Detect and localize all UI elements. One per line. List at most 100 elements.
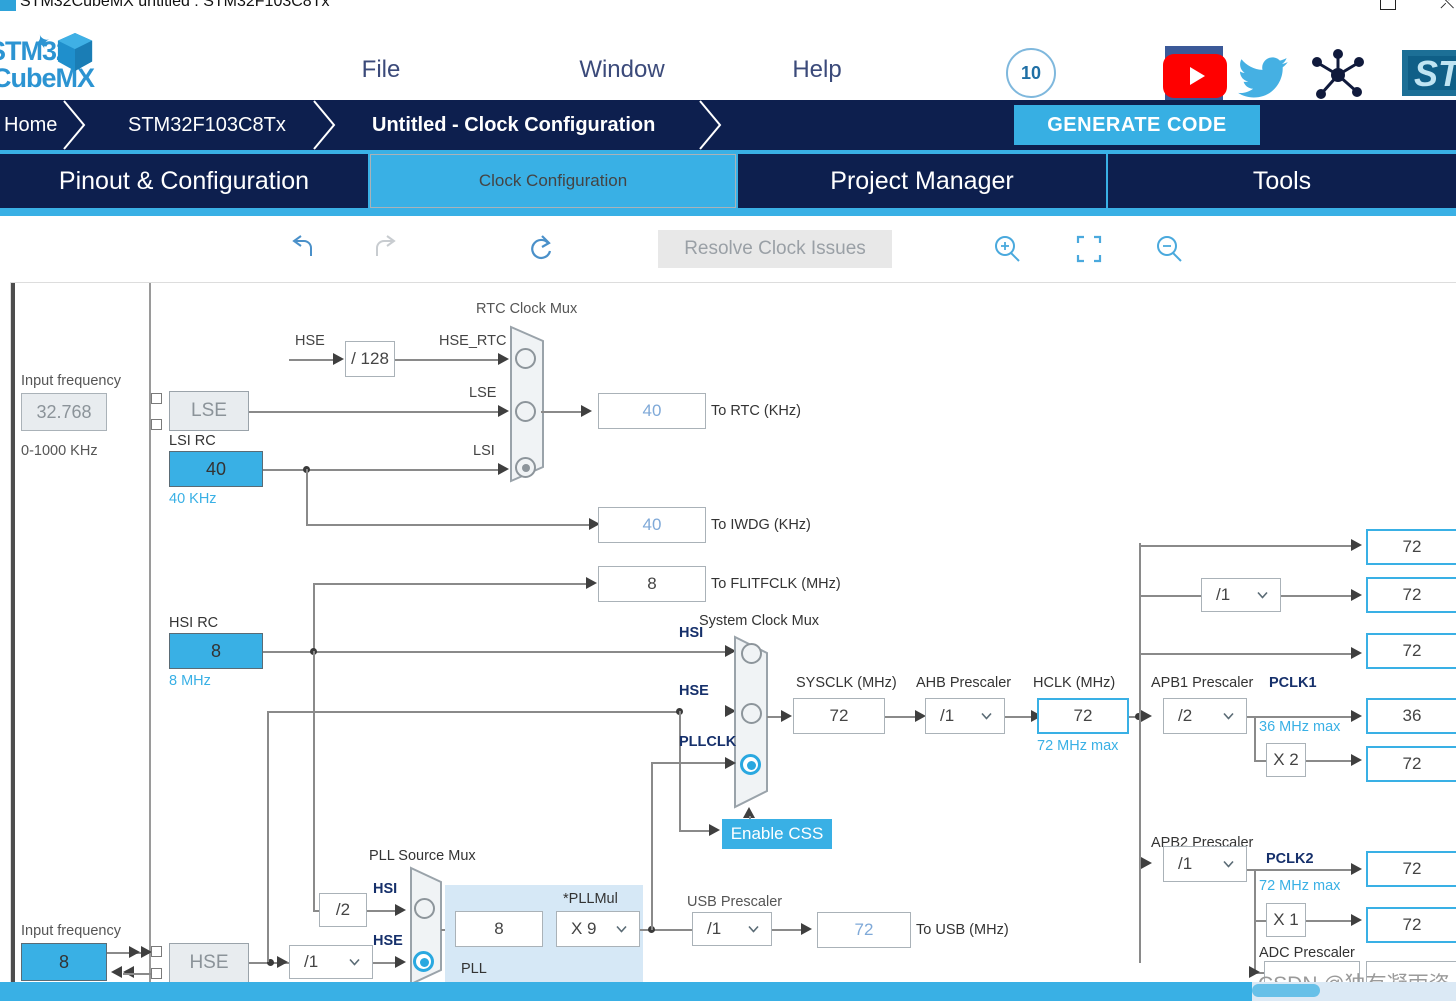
to-usb-value: 72 (817, 912, 911, 948)
hclk-value[interactable]: 72 (1037, 698, 1129, 734)
resolve-clock-issues-button[interactable]: Resolve Clock Issues (658, 230, 892, 268)
to-rtc-label: To RTC (KHz) (711, 403, 801, 419)
pll-source-mux-title: PLL Source Mux (369, 848, 476, 864)
lse-oscillator[interactable]: LSE (169, 391, 249, 431)
apb1-timer-value: 72 (1366, 746, 1456, 782)
chevron-down-icon (1223, 712, 1234, 720)
reset-refresh-icon[interactable] (520, 228, 562, 270)
pll-input-value: 8 (455, 911, 543, 947)
apb1-timer-multiplier: X 2 (1266, 743, 1306, 777)
to-rtc-value: 40 (598, 393, 706, 429)
hclk-max-hint: 72 MHz max (1037, 738, 1119, 754)
rtc-mux-input-lse-label: LSE (469, 385, 497, 401)
breadcrumb-chevron-icon (63, 100, 86, 150)
pll-source-option-hsi[interactable] (414, 898, 435, 919)
hse-rtc-divider[interactable]: / 128 (345, 341, 395, 377)
hclk-output-2: 72 (1366, 577, 1456, 613)
lsi-rc-value[interactable]: 40 (169, 451, 263, 487)
redo-icon[interactable] (363, 228, 405, 270)
sysclk-title: SYSCLK (MHz) (796, 675, 897, 691)
breadcrumb-chevron-icon (699, 100, 722, 150)
to-flitfclk-value: 8 (598, 566, 706, 602)
anniversary-10-icon[interactable]: 10 (1006, 48, 1056, 98)
chevron-down-icon (1257, 591, 1268, 599)
hse-rtc-signal-label: HSE_RTC (439, 333, 507, 349)
apb2-prescaler-select[interactable]: /1 (1163, 846, 1247, 882)
pll-panel-label: PLL (461, 961, 487, 977)
chevron-down-icon (616, 925, 627, 933)
to-iwdg-label: To IWDG (KHz) (711, 517, 811, 533)
lse-pin-out (151, 419, 162, 430)
enable-css-button[interactable]: Enable CSS (722, 819, 832, 849)
apb2-timer-multiplier: X 1 (1266, 903, 1306, 937)
tab-project-manager[interactable]: Project Manager (738, 154, 1106, 208)
hse-oscillator[interactable]: HSE (169, 943, 249, 983)
hse-predivider-select[interactable]: /1 (289, 945, 373, 979)
menu-file[interactable]: File (362, 56, 401, 84)
adc-prescaler-title: ADC Prescaler (1259, 945, 1355, 961)
rtc-clock-mux-title: RTC Clock Mux (476, 301, 578, 317)
hse-predivider-value: /1 (304, 952, 319, 971)
pllmul-select[interactable]: X 9 (556, 911, 640, 947)
hsi-div2-block: /2 (319, 893, 367, 927)
hse-pin-in (151, 946, 162, 957)
chevron-down-icon (981, 712, 992, 720)
rtc-mux-option-lsi[interactable] (515, 457, 536, 478)
generate-code-button[interactable]: GENERATE CODE (1014, 105, 1260, 145)
sys-mux-option-pllclk[interactable] (740, 754, 761, 775)
youtube-icon[interactable] (1163, 54, 1227, 98)
sys-mux-option-hsi[interactable] (741, 643, 762, 664)
breadcrumb-mcu[interactable]: STM32F103C8Tx (128, 100, 328, 150)
zoom-out-icon[interactable] (1148, 228, 1190, 270)
close-icon[interactable]: ⤬ (1440, 0, 1454, 12)
window-title: STM32CubeMX untitled : STM32F103C8Tx (20, 0, 330, 10)
menu-window[interactable]: Window (579, 56, 664, 84)
rtc-mux-input-lsi-label: LSI (473, 443, 495, 459)
tab-tools[interactable]: Tools (1108, 154, 1456, 208)
pll-source-option-hse[interactable] (413, 951, 434, 972)
pclk1-max-hint: 36 MHz max (1259, 719, 1341, 735)
hsi-rc-value[interactable]: 8 (169, 633, 263, 669)
hclk-output-3: 72 (1366, 633, 1456, 669)
usb-prescaler-select[interactable]: /1 (692, 912, 772, 946)
hse-signal-label: HSE (295, 333, 325, 349)
tab-pinout-configuration[interactable]: Pinout & Configuration (0, 154, 368, 208)
lse-range-hint: 0-1000 KHz (21, 443, 98, 459)
sys-mux-option-hse[interactable] (741, 703, 762, 724)
ahb-prescaler-title: AHB Prescaler (916, 675, 1012, 691)
rtc-mux-option-hse-rtc[interactable] (515, 348, 536, 369)
horizontal-scrollbar-thumb[interactable] (1252, 984, 1320, 997)
undo-icon[interactable] (283, 228, 325, 270)
st-logo-icon[interactable]: ST (1398, 42, 1456, 104)
hse-input-frequency-field[interactable]: 8 (21, 943, 107, 981)
to-iwdg-value: 40 (598, 507, 706, 543)
pll-source-mux-input-hsi-label: HSI (373, 881, 398, 897)
zoom-in-icon[interactable] (986, 228, 1028, 270)
app-icon (0, 0, 16, 11)
lsi-rc-unit: 40 KHz (169, 491, 217, 507)
clock-tree-canvas[interactable]: Input frequency 32.768 0-1000 KHz HSE / … (10, 282, 1456, 983)
cortex-prescaler-select[interactable]: /1 (1201, 578, 1281, 612)
rtc-mux-option-lse[interactable] (515, 401, 536, 422)
fit-to-screen-icon[interactable] (1068, 228, 1110, 270)
sysclk-value: 72 (793, 698, 885, 734)
maximize-restore-icon[interactable] (1380, 0, 1396, 10)
menu-help[interactable]: Help (792, 56, 841, 84)
breadcrumb-current-page[interactable]: Untitled - Clock Configuration (372, 100, 702, 150)
lse-input-frequency-label: Input frequency (21, 373, 121, 389)
community-network-icon[interactable] (1308, 46, 1368, 104)
system-clock-mux-title: System Clock Mux (699, 613, 820, 629)
chevron-down-icon (349, 958, 360, 966)
apb1-prescaler-select[interactable]: /2 (1163, 698, 1247, 734)
ahb-prescaler-select[interactable]: /1 (925, 698, 1005, 734)
to-usb-label: To USB (MHz) (916, 922, 1009, 938)
app-logo: STM32 CubeMX ✦ (0, 30, 118, 94)
lse-input-frequency-field[interactable]: 32.768 (21, 393, 107, 431)
pclk1-label: PCLK1 (1269, 675, 1317, 691)
apb1-prescaler-title: APB1 Prescaler (1151, 675, 1254, 691)
tab-clock-configuration[interactable]: Clock Configuration (370, 154, 736, 208)
pllmul-value: X 9 (571, 919, 597, 938)
twitter-icon[interactable] (1238, 46, 1296, 104)
apb1-prescaler-value: /2 (1178, 706, 1193, 725)
pllmul-title: *PLLMul (563, 891, 618, 907)
